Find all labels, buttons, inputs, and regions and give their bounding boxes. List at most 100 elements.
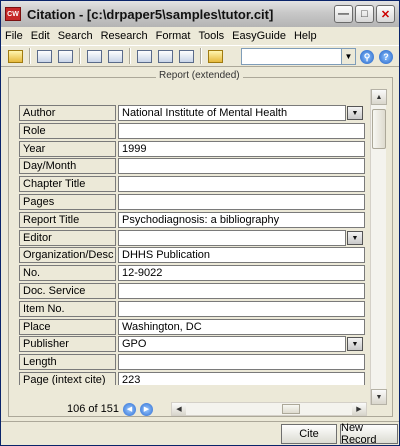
toolbar-separator [29, 48, 31, 64]
field-value[interactable] [118, 283, 365, 299]
field-value[interactable]: 223 [118, 372, 365, 385]
menu-tools[interactable]: Tools [194, 30, 228, 42]
chevron-down-icon[interactable]: ▼ [347, 231, 363, 245]
field-label: Day/Month [19, 158, 116, 174]
scroll-down-icon[interactable]: ▼ [371, 389, 387, 405]
window-title: Citation - [c:\drpaper5\samples\tutor.ci… [27, 6, 274, 22]
open-folder-icon[interactable] [5, 47, 25, 65]
vertical-scrollbar[interactable]: ▲ ▼ [370, 89, 387, 405]
field-row: Doc. Service [19, 283, 365, 299]
paste-icon[interactable] [55, 47, 75, 65]
record-type-title: Report (extended) [156, 70, 243, 81]
field-row: Author National Institute of Mental Healt… [19, 105, 365, 121]
field-label: Chapter Title [19, 176, 116, 192]
field-label: Pages [19, 194, 116, 210]
menu-research[interactable]: Research [97, 30, 152, 42]
menu-search[interactable]: Search [54, 30, 97, 42]
field-row: Place Washington, DC [19, 319, 365, 335]
field-value[interactable] [118, 194, 365, 210]
field-label: Editor [19, 230, 116, 246]
next-record-icon[interactable]: ▶ [140, 402, 153, 416]
field-label: Doc. Service [19, 283, 116, 299]
menu-file[interactable]: File [1, 30, 27, 42]
bottom-bar: Cite New Record [1, 421, 399, 446]
record-counter: 106 of 151 [67, 403, 119, 415]
field-row: Year 1999 [19, 141, 365, 157]
print-icon[interactable] [176, 47, 196, 65]
field-row: Length [19, 354, 365, 370]
field-label: Item No. [19, 301, 116, 317]
field-value[interactable] [118, 354, 365, 370]
field-value[interactable] [118, 301, 365, 317]
copy-icon[interactable] [34, 47, 54, 65]
field-row: Publisher GPO ▼ [19, 336, 365, 352]
menu-format[interactable]: Format [152, 30, 195, 42]
field-label: Page (intext cite) [19, 372, 116, 385]
menu-bar: File Edit Search Research Format Tools E… [1, 27, 399, 45]
magnifier-icon[interactable]: ⚲ [358, 48, 376, 66]
field-value[interactable]: 12-9022 [118, 265, 365, 281]
insert-icon[interactable] [205, 47, 225, 65]
record-fields: Author National Institute of Mental Healt… [19, 105, 365, 385]
field-value[interactable] [118, 123, 365, 139]
field-row: Page (intext cite) 223 [19, 372, 365, 385]
field-label: Role [19, 123, 116, 139]
chevron-down-icon[interactable]: ▼ [347, 106, 363, 120]
menu-easyguide[interactable]: EasyGuide [228, 30, 290, 42]
field-value[interactable]: 1999 [118, 141, 365, 157]
field-row: No. 12-9022 [19, 265, 365, 281]
doc-icon[interactable] [155, 47, 175, 65]
scroll-up-icon[interactable]: ▲ [371, 89, 387, 105]
field-value[interactable]: National Institute of Mental Health [118, 105, 346, 121]
field-row: Chapter Title [19, 176, 365, 192]
field-row: Item No. [19, 301, 365, 317]
close-button[interactable]: ✕ [376, 5, 395, 23]
title-bar[interactable]: CW Citation - [c:\drpaper5\samples\tutor… [1, 1, 399, 27]
field-row: Day/Month [19, 158, 365, 174]
hscroll-thumb[interactable] [282, 404, 300, 414]
field-value[interactable] [118, 176, 365, 192]
toolbar: ▼ ⚲ ? [1, 45, 399, 67]
field-label: Place [19, 319, 116, 335]
field-value[interactable]: Washington, DC [118, 319, 365, 335]
field-row: Organization/Desc DHHS Publication [19, 247, 365, 263]
field-row: Report Title Psychodiagnosis: a bibliogra… [19, 212, 365, 228]
toolbar-separator [200, 48, 202, 64]
field-label: Author [19, 105, 116, 121]
field-row: Role [19, 123, 365, 139]
cite-button[interactable]: Cite [281, 424, 337, 444]
window-icon[interactable] [105, 47, 125, 65]
field-label: Publisher [19, 336, 116, 352]
menu-edit[interactable]: Edit [27, 30, 54, 42]
toolbar-separator [79, 48, 81, 64]
view-icon[interactable] [84, 47, 104, 65]
chevron-down-icon[interactable]: ▼ [347, 337, 363, 351]
field-row: Pages [19, 194, 365, 210]
toolbar-combo[interactable]: ▼ [241, 48, 356, 65]
field-value[interactable]: GPO [118, 336, 346, 352]
horizontal-scrollbar[interactable]: ◀ ▶ [171, 402, 367, 416]
field-value[interactable] [118, 158, 365, 174]
scroll-left-icon[interactable]: ◀ [172, 403, 186, 415]
field-value[interactable] [118, 230, 346, 246]
field-value[interactable]: Psychodiagnosis: a bibliography [118, 212, 365, 228]
field-value[interactable]: DHHS Publication [118, 247, 365, 263]
new-record-button[interactable]: New Record [340, 422, 398, 446]
scroll-right-icon[interactable]: ▶ [352, 403, 366, 415]
app-icon[interactable]: CW [5, 7, 21, 21]
scroll-thumb[interactable] [372, 109, 386, 149]
help-icon[interactable]: ? [377, 48, 395, 66]
field-row: Editor ▼ [19, 230, 365, 246]
field-label: Report Title [19, 212, 116, 228]
field-label: Year [19, 141, 116, 157]
menu-help[interactable]: Help [290, 30, 321, 42]
field-label: Length [19, 354, 116, 370]
chevron-down-icon[interactable]: ▼ [341, 49, 355, 64]
maximize-button[interactable]: □ [355, 5, 374, 23]
citation-window: CW Citation - [c:\drpaper5\samples\tutor… [0, 0, 400, 446]
toolbar-separator [129, 48, 131, 64]
list-icon[interactable] [134, 47, 154, 65]
field-label: Organization/Desc [19, 247, 116, 263]
minimize-button[interactable]: — [334, 5, 353, 23]
previous-record-icon[interactable]: ◀ [123, 402, 136, 416]
